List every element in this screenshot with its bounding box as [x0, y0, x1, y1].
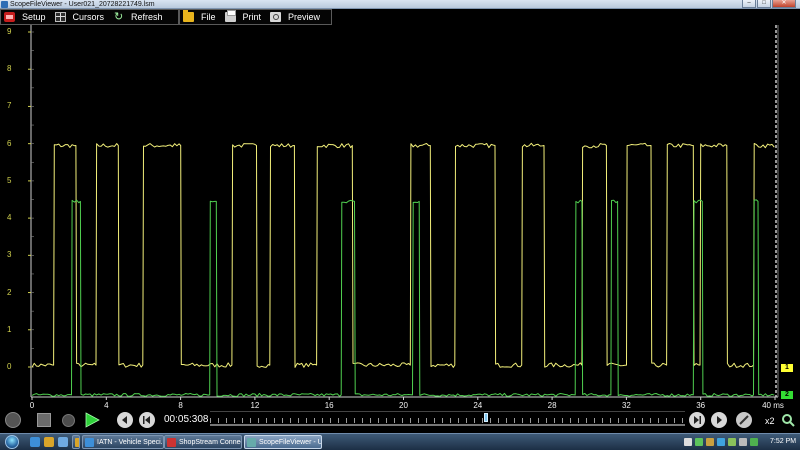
playback-controls: 00:05:308 x2	[0, 409, 800, 433]
erase-button[interactable]	[736, 412, 752, 428]
start-button[interactable]	[2, 434, 24, 450]
skip-forward-icon	[694, 416, 701, 424]
refresh-button[interactable]: ↻ Refresh	[110, 10, 169, 24]
preview-button[interactable]: Preview	[267, 10, 326, 24]
toolbar-group-right: File Print Preview	[179, 9, 332, 25]
play-button[interactable]	[84, 412, 100, 428]
setup-button[interactable]: Setup	[1, 10, 52, 24]
clock: 7:52 PM	[770, 438, 797, 445]
taskbar-task-label: ShopStream Connect	[179, 438, 242, 446]
minimize-button[interactable]: –	[742, 0, 756, 8]
record-button[interactable]	[5, 412, 21, 428]
skip-back-button[interactable]	[139, 412, 155, 428]
channel-1-marker[interactable]: 1	[781, 364, 793, 372]
cursors-label: Cursors	[72, 12, 105, 22]
volume-icon[interactable]	[739, 438, 747, 446]
file-button[interactable]: File	[180, 10, 222, 24]
waveform-chart[interactable]	[0, 25, 800, 400]
refresh-icon: ↻	[113, 11, 124, 23]
zoom-button[interactable]	[780, 412, 796, 428]
taskbar-task[interactable]	[72, 435, 80, 449]
security-icon[interactable]	[706, 438, 714, 446]
y-tick-label: 5	[7, 175, 12, 185]
y-tick-label: 4	[7, 213, 12, 223]
chevron-left-icon	[122, 416, 127, 424]
y-tick-label: 9	[7, 27, 12, 36]
skip-forward-button[interactable]	[689, 412, 705, 428]
printer-icon	[224, 10, 236, 22]
toolbar: Setup Cursors ↻ Refresh File Print Previ…	[0, 9, 800, 25]
battery-icon[interactable]	[728, 438, 736, 446]
toolbar-group-left: Setup Cursors ↻ Refresh	[0, 9, 179, 25]
folder-icon[interactable]	[44, 437, 54, 447]
file-label: File	[201, 12, 216, 22]
internet-explorer-icon[interactable]	[30, 437, 40, 447]
play-icon	[85, 412, 100, 428]
window-title: ScopeFileViewer - User021_20728221749.ls…	[10, 1, 155, 8]
windows-taskbar: IATN - Vehicle Speci... ShopStream Connec…	[0, 433, 800, 450]
print-label: Print	[242, 12, 262, 22]
title-bar: ScopeFileViewer - User021_20728221749.ls…	[0, 0, 800, 9]
browser-icon	[85, 437, 94, 447]
step-back-button[interactable]	[117, 412, 133, 428]
y-tick-label: 7	[7, 101, 12, 111]
scope-icon	[247, 437, 256, 447]
close-button[interactable]: ✕	[772, 0, 796, 8]
preview-label: Preview	[288, 12, 321, 22]
eraser-icon	[739, 415, 749, 425]
print-button[interactable]: Print	[222, 10, 268, 24]
scrubber-ticks	[210, 418, 685, 423]
setup-icon	[4, 12, 15, 22]
pause-button[interactable]	[62, 414, 75, 427]
cursors-icon	[54, 12, 66, 22]
skip-back-icon	[143, 416, 150, 424]
maximize-button[interactable]: □	[757, 0, 771, 8]
taskbar-task-label: IATN - Vehicle Speci...	[97, 438, 164, 446]
y-tick-label: 2	[7, 287, 12, 297]
y-tick-label: 0	[7, 362, 12, 371]
folder-icon	[183, 10, 194, 22]
scope-file-viewer-window: ScopeFileViewer - User021_20728221749.ls…	[0, 0, 800, 450]
help-icon[interactable]	[684, 438, 692, 446]
taskbar-task[interactable]: ShopStream Connect	[164, 435, 242, 449]
device-icon[interactable]	[750, 438, 758, 446]
zoom-level: x2	[765, 416, 775, 426]
windows-logo-icon	[5, 435, 19, 449]
channel-2-marker[interactable]: 2	[781, 391, 793, 399]
scrubber-track	[210, 424, 685, 426]
setup-label: Setup	[22, 12, 46, 22]
step-forward-button[interactable]	[711, 412, 727, 428]
stop-button[interactable]	[37, 413, 51, 427]
waveform-plot[interactable]: 0123456789 0 4 8 12 16 20 24 28 32 36 40 ms 1 2	[0, 25, 800, 410]
update-icon[interactable]	[717, 438, 725, 446]
cursors-button[interactable]: Cursors	[52, 10, 111, 24]
folder-icon	[75, 437, 79, 447]
chevron-right-icon	[717, 416, 722, 424]
y-tick-label: 8	[7, 64, 12, 74]
taskbar-task-label: ScopeFileViewer - U...	[259, 438, 322, 446]
refresh-label: Refresh	[131, 12, 163, 22]
app-icon	[167, 437, 176, 447]
taskbar-task[interactable]: ScopeFileViewer - U...	[244, 435, 322, 449]
window-controls: – □ ✕	[742, 0, 796, 9]
print-preview-icon	[270, 12, 282, 22]
timeline-scrubber[interactable]	[210, 411, 685, 429]
scrubber-thumb[interactable]	[483, 413, 488, 422]
y-tick-label: 1	[7, 324, 12, 334]
y-tick-label: 6	[7, 138, 12, 148]
channel-1-trace	[31, 142, 775, 368]
y-tick-label: 3	[7, 250, 12, 260]
taskbar-task[interactable]: IATN - Vehicle Speci...	[82, 435, 164, 449]
network-icon[interactable]	[695, 438, 703, 446]
show-desktop-icon[interactable]	[58, 437, 68, 447]
app-icon	[1, 1, 8, 8]
time-readout: 00:05:308	[164, 414, 209, 425]
magnifier-icon	[782, 414, 795, 427]
